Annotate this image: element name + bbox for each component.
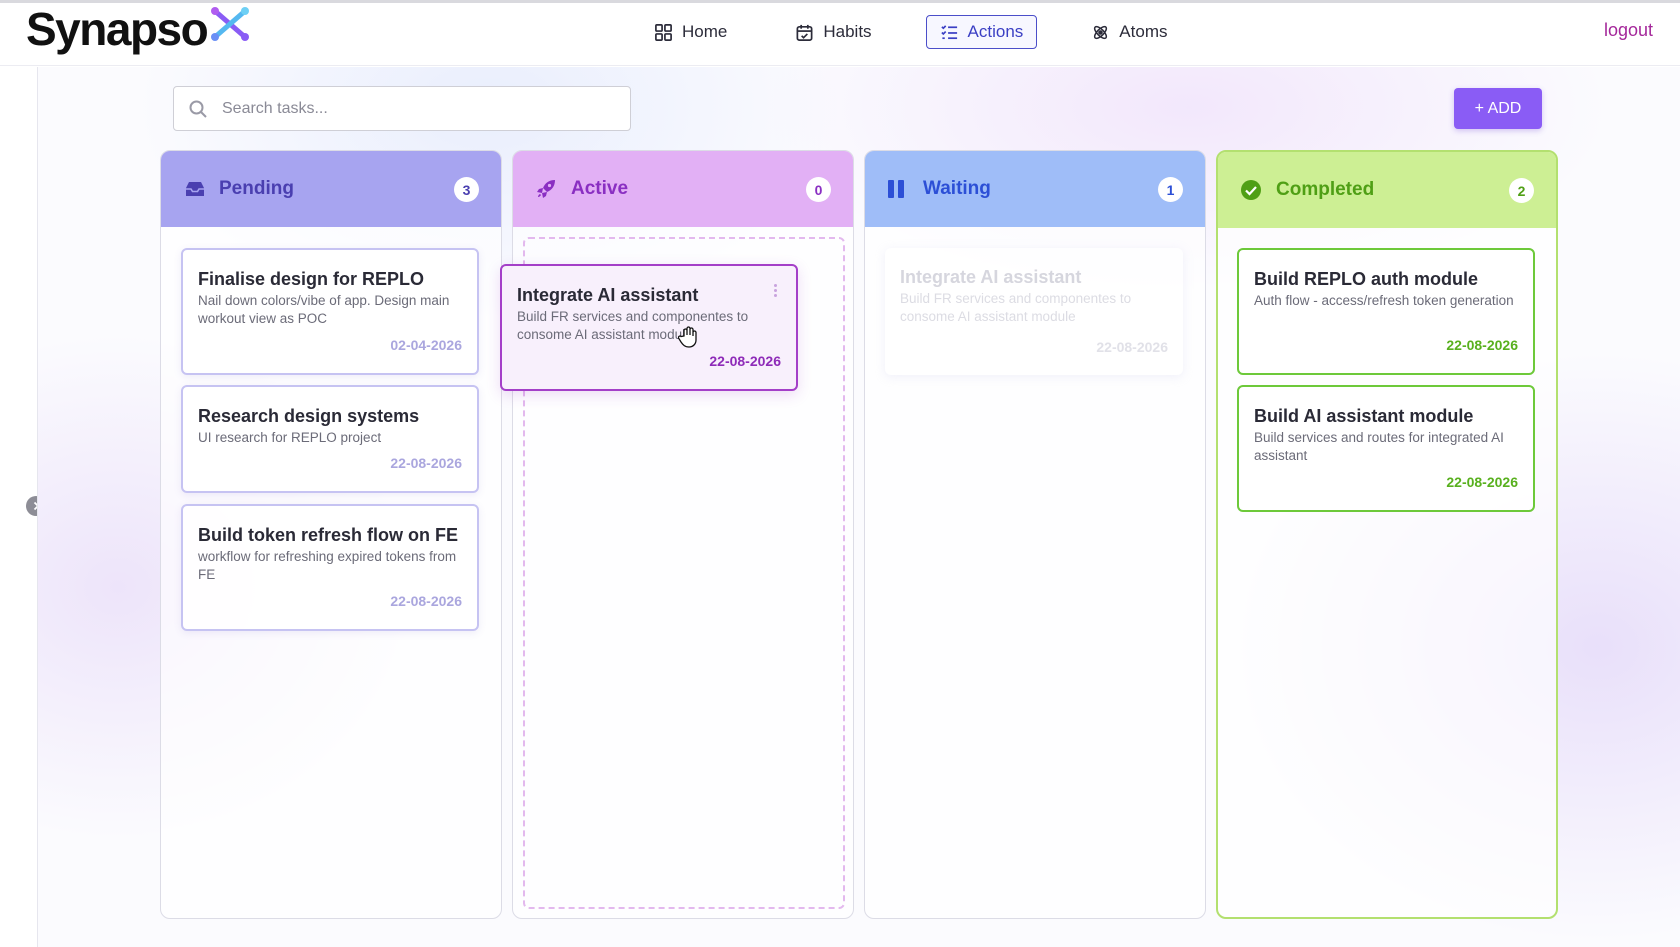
- column-title: Pending: [219, 178, 294, 199]
- task-date: 22-08-2026: [709, 353, 781, 369]
- column-waiting: Waiting 1 Integrate AI assistant Build F…: [864, 150, 1206, 919]
- task-description: workflow for refreshing expired tokens f…: [198, 549, 457, 582]
- inbox-tray-icon: [183, 177, 207, 201]
- logout-link[interactable]: logout: [1604, 20, 1653, 41]
- task-description: Auth flow - access/refresh token generat…: [1254, 293, 1514, 308]
- grab-cursor-icon: [678, 326, 697, 348]
- checklist-icon: [940, 24, 957, 39]
- nav-actions-label: Actions: [967, 22, 1024, 41]
- nav-home-label: Home: [682, 22, 728, 41]
- dragging-task-card[interactable]: Integrate AI assistant Build FR services…: [500, 264, 798, 391]
- app-logo[interactable]: Synapso: [26, 6, 251, 52]
- task-title: Build AI assistant module: [1254, 406, 1474, 426]
- add-task-button[interactable]: + ADD: [1454, 88, 1542, 129]
- task-title: Research design systems: [198, 406, 420, 426]
- rocket-icon: [535, 177, 559, 201]
- task-date: 02-04-2026: [390, 337, 462, 353]
- task-title: Integrate AI assistant: [900, 267, 1082, 287]
- search-bar: [173, 86, 631, 131]
- nav-habits-label: Habits: [823, 22, 872, 41]
- nav-atoms[interactable]: Atoms: [1077, 15, 1181, 49]
- task-title: Integrate AI assistant: [517, 285, 699, 305]
- task-date: 22-08-2026: [390, 593, 462, 609]
- column-title: Active: [571, 178, 629, 199]
- column-header: Waiting 1: [865, 151, 1205, 227]
- column-header: Completed 2: [1218, 152, 1556, 228]
- task-date: 22-08-2026: [390, 455, 462, 471]
- task-card[interactable]: Build token refresh flow on FE workflow …: [181, 504, 479, 631]
- task-description: Build FR services and componentes to con…: [517, 309, 749, 342]
- task-card[interactable]: Build REPLO auth module Auth flow - acce…: [1237, 248, 1535, 375]
- task-title: Finalise design for REPLO: [198, 269, 425, 289]
- grid-icon: [655, 23, 672, 41]
- column-title: Waiting: [923, 178, 991, 199]
- app-logo-text: Synapso: [26, 3, 209, 55]
- search-icon: [189, 100, 207, 118]
- task-description: UI research for REPLO project: [198, 430, 382, 445]
- nav-home[interactable]: Home: [640, 15, 741, 49]
- column-count-badge: 1: [1158, 177, 1183, 202]
- task-description: Build services and routes for integrated…: [1254, 430, 1504, 463]
- task-title: Build token refresh flow on FE: [198, 525, 459, 545]
- atom-icon: [1094, 25, 1108, 39]
- column-count-badge: 2: [1509, 178, 1534, 203]
- task-card-placeholder: Integrate AI assistant Build FR services…: [885, 248, 1183, 375]
- column-title: Completed: [1276, 179, 1375, 200]
- column-header: Active 0: [513, 151, 853, 227]
- task-description: Build FR services and componentes to con…: [900, 291, 1132, 324]
- search-input[interactable]: [222, 99, 602, 118]
- task-card[interactable]: Finalise design for REPLO Nail down colo…: [181, 248, 479, 375]
- synapse-logo-icon: [211, 7, 250, 41]
- task-title: Build REPLO auth module: [1254, 269, 1478, 289]
- nav-actions[interactable]: Actions: [925, 15, 1038, 49]
- column-pending: Pending 3 Finalise design for REPLO Nail…: [160, 150, 502, 919]
- pause-icon: [887, 177, 911, 201]
- task-description: Nail down colors/vibe of app. Design mai…: [198, 293, 450, 326]
- task-date: 22-08-2026: [1096, 339, 1168, 355]
- task-card[interactable]: Build AI assistant module Build services…: [1237, 385, 1535, 512]
- task-date: 22-08-2026: [1446, 474, 1518, 490]
- task-card[interactable]: Research design systems UI research for …: [181, 385, 479, 493]
- column-count-badge: 3: [454, 177, 479, 202]
- check-circle-icon: [1240, 178, 1264, 202]
- nav-habits[interactable]: Habits: [781, 15, 885, 49]
- top-navbar: Synapso Home Habits Actions Atoms logout: [0, 0, 1680, 66]
- column-header: Pending 3: [161, 151, 501, 227]
- nav-atoms-label: Atoms: [1119, 22, 1168, 41]
- main-nav: Home Habits Actions Atoms: [640, 15, 1221, 49]
- more-options-icon[interactable]: [774, 284, 778, 297]
- column-count-badge: 0: [806, 177, 831, 202]
- calendar-icon: [796, 24, 813, 41]
- task-date: 22-08-2026: [1446, 337, 1518, 353]
- column-completed: Completed 2 Build REPLO auth module Auth…: [1216, 150, 1558, 919]
